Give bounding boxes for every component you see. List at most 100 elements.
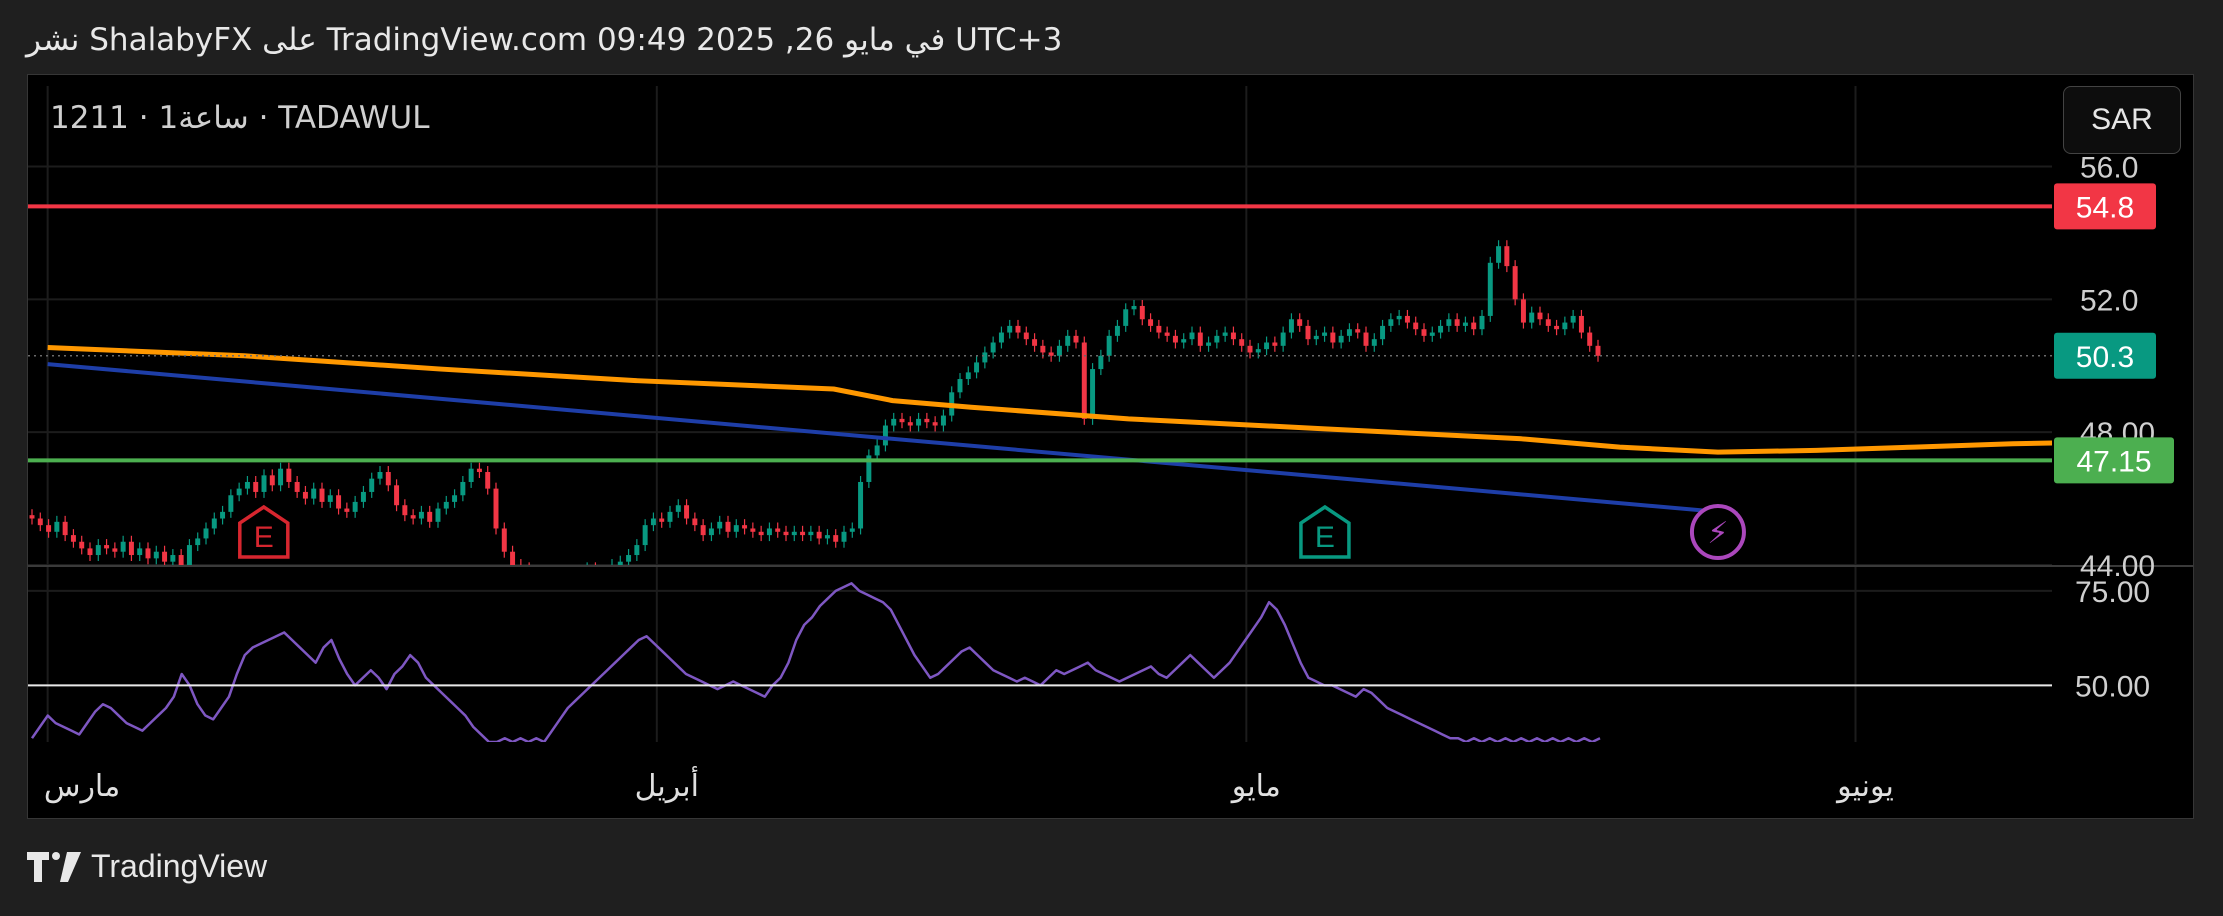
candle-body <box>360 491 366 502</box>
candle <box>974 356 980 379</box>
candle <box>1156 319 1162 339</box>
candle-body <box>758 531 764 536</box>
candle-body <box>485 472 491 489</box>
candle <box>1098 349 1104 376</box>
candle <box>1197 326 1203 352</box>
candle <box>601 566 606 581</box>
candle <box>543 566 548 581</box>
candle-body <box>244 481 250 489</box>
candle <box>1139 299 1145 326</box>
candle-body <box>236 488 242 496</box>
candle-body <box>858 481 864 529</box>
candle-body <box>1222 332 1228 336</box>
candle-body <box>1562 322 1568 330</box>
candle <box>1164 326 1170 342</box>
earnings-label: E <box>1315 521 1335 554</box>
candle <box>642 519 648 552</box>
tradingview-logo-icon <box>27 851 81 882</box>
candle <box>1404 309 1410 329</box>
candle-body <box>667 511 673 522</box>
candle <box>377 466 383 485</box>
candle <box>1388 313 1394 332</box>
candle <box>1537 306 1543 326</box>
candle <box>692 512 698 532</box>
candle <box>336 489 342 515</box>
candle-body <box>178 555 184 565</box>
candle <box>824 529 830 545</box>
candle-body <box>833 535 839 542</box>
candle-body <box>510 551 516 565</box>
x-axis-label: مارس <box>44 769 120 804</box>
candle-body <box>585 568 590 571</box>
price-tick-label: 56.0 <box>2080 151 2138 184</box>
support-price-label-text: 47.15 <box>2076 445 2151 478</box>
candle <box>899 412 905 429</box>
candle-body <box>87 548 93 556</box>
candle-body <box>344 508 350 512</box>
brand-name: TradingView <box>91 848 268 884</box>
candle-body <box>1595 345 1601 356</box>
candle-body <box>998 332 1004 343</box>
candle <box>1073 329 1079 349</box>
candle-body <box>1090 369 1096 419</box>
moving-average-line <box>47 344 2052 455</box>
candle <box>220 505 226 525</box>
candle-body <box>128 541 134 556</box>
candle-body <box>1272 342 1278 346</box>
candle <box>882 419 888 452</box>
candle-body <box>1429 332 1435 336</box>
candle <box>269 469 275 492</box>
candle-body <box>1322 332 1328 336</box>
candle-body <box>593 568 598 571</box>
candle <box>79 535 85 555</box>
candle <box>1446 313 1452 332</box>
candle <box>1230 326 1236 346</box>
candle <box>286 462 292 488</box>
candle <box>1462 316 1468 332</box>
candle <box>675 499 681 518</box>
candle-body <box>1032 339 1038 346</box>
candle <box>37 512 43 532</box>
candle <box>1313 329 1319 346</box>
candle-body <box>543 572 548 575</box>
candle <box>203 522 209 545</box>
candle <box>137 542 143 562</box>
price-chart[interactable]: E E ⚡56.052.048.0044.0075.0050.0054.847.15… <box>0 0 2223 916</box>
candle-body <box>1255 349 1261 353</box>
candle <box>253 476 259 498</box>
candle <box>87 542 93 562</box>
candle <box>775 522 781 538</box>
candle <box>1007 319 1013 339</box>
candle-body <box>104 545 110 549</box>
candle-body <box>1056 345 1062 356</box>
candle-body <box>402 505 408 516</box>
candle <box>1048 346 1054 362</box>
candle-body <box>1479 315 1485 330</box>
candle <box>1371 333 1377 352</box>
currency-button[interactable]: SAR <box>2063 86 2181 154</box>
candle-body <box>527 568 532 571</box>
candle <box>1181 333 1187 349</box>
candle-body <box>1388 319 1394 326</box>
candle-body <box>170 555 176 562</box>
candle-body <box>1098 355 1104 370</box>
candle <box>1429 326 1435 342</box>
candle <box>766 522 772 542</box>
candle <box>1496 240 1502 269</box>
candle <box>552 566 557 581</box>
candle <box>684 499 690 525</box>
candle-body <box>352 501 358 512</box>
candle <box>460 476 466 502</box>
candle <box>319 482 325 508</box>
candle-body <box>634 545 640 556</box>
candle <box>311 482 317 505</box>
candle-body <box>1454 319 1460 326</box>
candle <box>1322 326 1328 342</box>
candle <box>998 326 1004 349</box>
candle <box>634 539 640 562</box>
candle <box>733 519 739 538</box>
candle <box>717 515 723 535</box>
candle-body <box>1587 332 1593 346</box>
candle-body <box>1504 246 1510 267</box>
footer-brand[interactable]: TradingView <box>27 848 267 885</box>
